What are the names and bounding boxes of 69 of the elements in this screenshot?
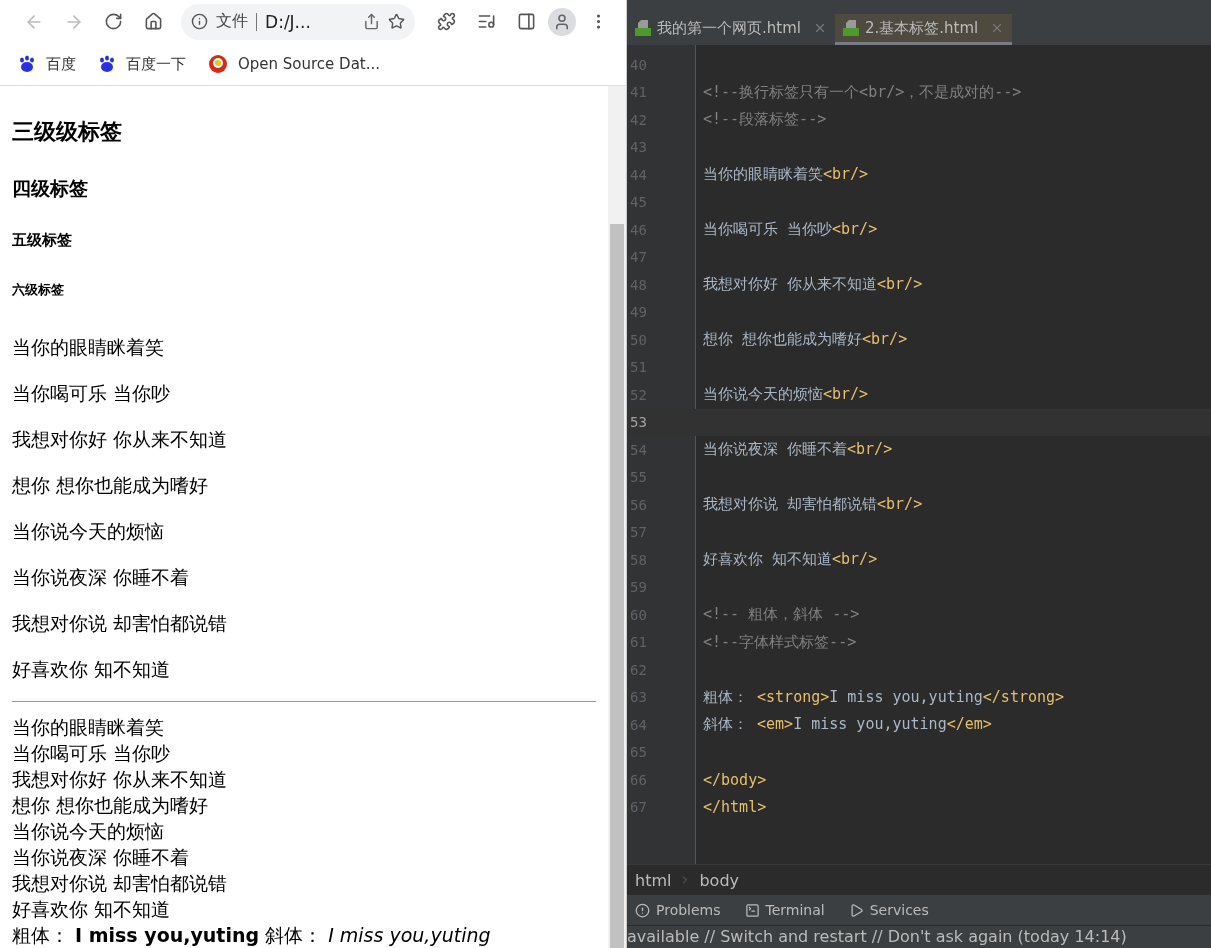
- page-heading: 三级级标签: [12, 118, 123, 146]
- code-line: 当你说今天的烦恼<br/>: [703, 385, 869, 405]
- code-line: 我想对你说 却害怕都说错<br/>: [703, 495, 923, 515]
- code-line: 当你说夜深 你睡不着<br/>: [703, 440, 893, 460]
- breadcrumb[interactable]: body: [699, 870, 740, 890]
- text-line: 好喜欢你 知不知道: [12, 897, 172, 922]
- paragraph: 想你 想你也能成为嗜好: [12, 473, 210, 497]
- text-line: 当你说今天的烦恼: [12, 819, 165, 844]
- services-icon: [848, 902, 864, 918]
- tool-window-button[interactable]: Services: [848, 902, 929, 918]
- terminal-icon: [744, 902, 760, 918]
- code-line: <!--字体样式标签-->: [703, 632, 857, 652]
- star-icon[interactable]: [388, 13, 406, 30]
- text-line: 我想对你说 却害怕都说错: [12, 871, 229, 896]
- code-line: </html>: [703, 798, 767, 817]
- page-heading: 五级标签: [12, 230, 73, 251]
- paragraph: 当你说今天的烦恼: [12, 519, 165, 543]
- code-line: 当你喝可乐 当你吵<br/>: [703, 220, 878, 240]
- page-heading: 六级标签: [12, 281, 65, 299]
- tab-label: 我的第一个网页.html: [657, 18, 801, 38]
- reload-icon: [103, 12, 123, 31]
- bookmark-link[interactable]: Open Source Dat...: [208, 54, 381, 74]
- status-text: available // Switch and restart // Don't ask again (today 14:14): [627, 925, 1211, 948]
- code-line: 斜体： <em>I miss you,yuting</em>: [703, 715, 992, 735]
- text-line: 当你的眼睛眯着笑: [12, 715, 165, 740]
- code-line: 想你 想你也能成为嗜好<br/>: [703, 330, 908, 350]
- code-line: 好喜欢你 知不知道<br/>: [703, 550, 878, 570]
- scrollbar-thumb[interactable]: [610, 224, 624, 948]
- scheme-label: 文件: [216, 11, 249, 32]
- tool-window-button[interactable]: Problems: [635, 902, 721, 918]
- address-bar[interactable]: 文件 D:/J...: [181, 3, 416, 40]
- html-file-icon: [842, 19, 859, 37]
- code-line: <!--换行标签只有一个<br/>，不是成对的-->: [703, 82, 1022, 102]
- text-line: 粗体： I miss you,yuting 斜体： I miss you,yuting: [12, 923, 492, 948]
- url-text: D:/J...: [265, 11, 312, 32]
- text-line: 我想对你好 你从来不知道: [12, 767, 229, 792]
- paragraph: 我想对你说 却害怕都说错: [12, 611, 229, 635]
- line-number: 53: [629, 414, 648, 431]
- tool-window-button[interactable]: Terminal: [744, 902, 825, 918]
- editor-tab[interactable]: 2.基本标签.html: [834, 14, 1013, 45]
- bookmark-link[interactable]: 百度一下: [98, 54, 186, 74]
- bookmark-link[interactable]: 百度: [18, 54, 76, 74]
- avatar-icon[interactable]: [548, 7, 577, 36]
- html-file-icon: [635, 19, 651, 37]
- text-line: 想你 想你也能成为嗜好: [12, 793, 210, 818]
- code-line: 当你的眼睛眯着笑<br/>: [703, 165, 869, 185]
- text-line: 当你喝可乐 当你吵: [12, 741, 172, 766]
- editor-tab[interactable]: 我的第一个网页.html: [627, 14, 835, 45]
- tab-label: 2.基本标签.html: [864, 18, 979, 38]
- paragraph: 当你的眼睛眯着笑: [12, 335, 165, 359]
- paw-icon: [98, 55, 116, 73]
- page-heading: 四级标签: [12, 176, 89, 201]
- problems-icon: [635, 902, 650, 918]
- code-line: <!-- 粗体，斜体 -->: [703, 605, 860, 625]
- paragraph: 我想对你好 你从来不知道: [12, 427, 229, 451]
- paw-icon: [18, 55, 36, 73]
- share-icon[interactable]: [363, 13, 381, 30]
- text-line: 当你说夜深 你睡不着: [12, 845, 191, 870]
- code-line: 粗体： <strong>I miss you,yuting</strong>: [703, 687, 1065, 707]
- paragraph: 当你说夜深 你睡不着: [12, 565, 191, 589]
- paragraph: 好喜欢你 知不知道: [12, 657, 172, 681]
- breadcrumb[interactable]: html: [635, 870, 672, 890]
- code-line: 我想对你好 你从来不知道<br/>: [703, 275, 923, 295]
- ring-logo-icon: [208, 54, 228, 74]
- paragraph: 当你喝可乐 当你吵: [12, 381, 172, 405]
- home-icon: [143, 12, 163, 31]
- info-icon: [191, 13, 209, 30]
- code-line: </body>: [703, 770, 767, 789]
- code-line: <!--段落标签-->: [703, 110, 827, 130]
